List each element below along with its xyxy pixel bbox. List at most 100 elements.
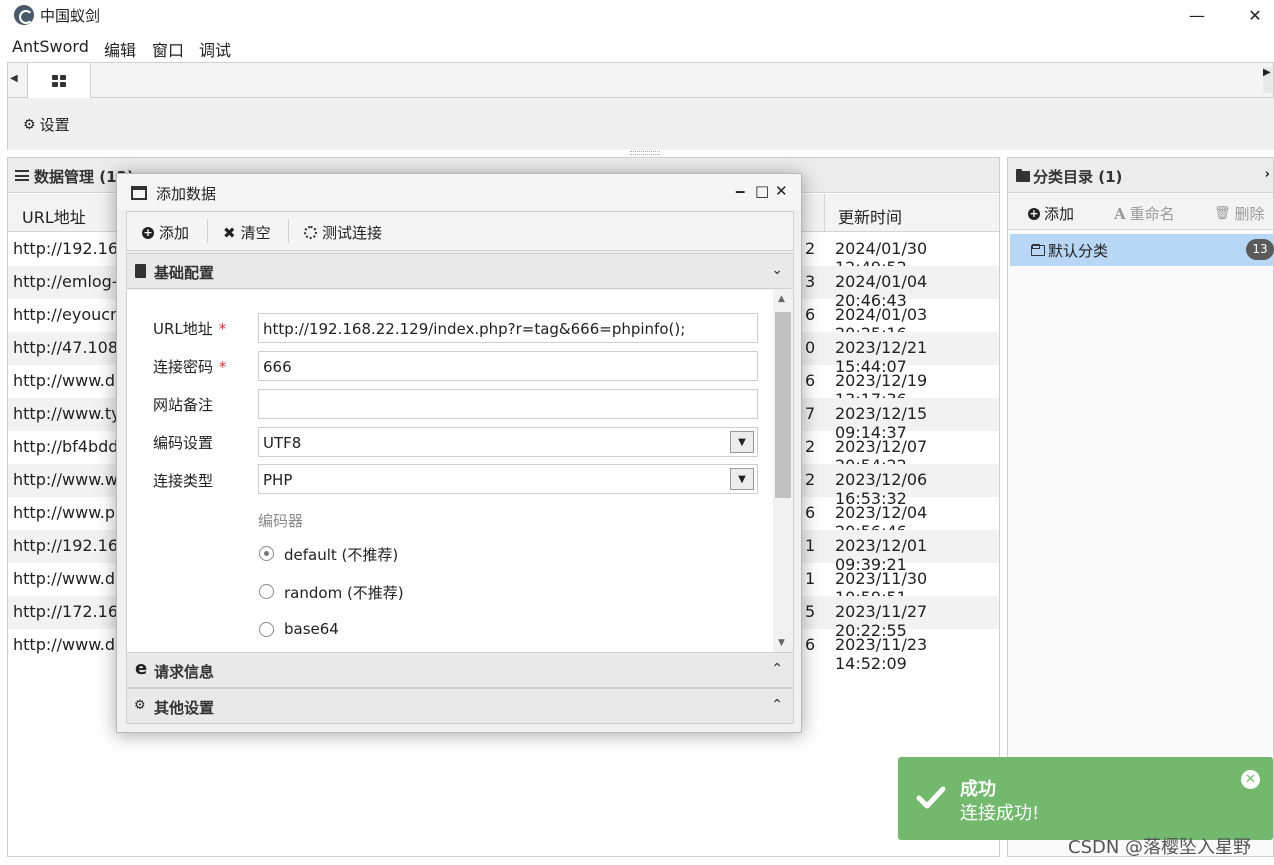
dialog-clear-button[interactable]: ✖ 清空 [223,222,271,243]
row-url: http://www.ph [13,503,126,522]
settings-label: 设置 [39,116,70,134]
maximize-button[interactable] [1174,0,1220,30]
menu-debug[interactable]: 调试 [199,37,231,61]
toolbar-divider [288,219,289,243]
category-rename-label: 重命名 [1129,205,1175,223]
toast-title: 成功 [960,779,996,800]
note-input[interactable] [258,389,758,419]
dialog-header[interactable]: 添加数据 ‒ □ ✕ [117,174,801,210]
dialog-add-button[interactable]: + 添加 [142,222,189,243]
tab-scroll-right-icon[interactable]: ▶ [1263,67,1273,93]
row-partial-column: 6 [805,635,816,654]
password-input[interactable]: 666 [258,351,758,381]
plus-circle-icon: + [142,225,154,239]
category-delete-label: 删除 [1234,205,1265,223]
section-basic-title: 基础配置 [154,264,215,282]
ie-icon: e [135,658,148,679]
basic-config-form: URL地址 * http://192.168.22.129/index.php?r… [126,290,794,652]
menu-bar: AntSword 编辑 窗口 调试 [0,33,1274,61]
section-request-title: 请求信息 [154,663,215,681]
list-icon [15,170,29,181]
column-update-time[interactable]: 更新时间 [838,204,902,228]
form-scrollbar[interactable]: ▲ ▼ [773,290,793,652]
plus-circle-icon: + [1028,206,1040,220]
encoder-option-label[interactable]: random (不推荐) [284,582,404,603]
test-connection-label: 测试连接 [322,224,383,242]
category-count-badge: 13 [1246,239,1274,260]
category-item-label: 默认分类 [1048,242,1109,260]
scroll-up-icon[interactable]: ▲ [778,294,785,304]
scroll-thumb[interactable] [775,312,791,498]
chevron-right-icon[interactable]: › [1265,167,1270,182]
menu-window[interactable]: 窗口 [152,37,184,61]
antsword-logo-icon [14,5,34,25]
encoder-option-label[interactable]: default (不推荐) [284,544,398,565]
add-data-dialog: 添加数据 ‒ □ ✕ + 添加 ✖ 清空 测试连接 基础配置 ⌄ URL地址 * … [116,173,802,733]
chevron-down-icon: ▼ [730,431,754,453]
dialog-minimize-button[interactable]: ‒ [735,182,745,200]
chevron-down-icon: ⌄ [771,262,783,278]
tab-scroll-left-icon[interactable]: ◀ [10,73,24,84]
row-partial-column: 2 [805,239,816,258]
folder-icon [1016,169,1030,182]
url-input[interactable]: http://192.168.22.129/index.php?r=tag&66… [258,313,758,343]
category-item-default[interactable]: 默认分类 13 [1010,234,1274,266]
category-delete-button[interactable]: 🗑 删除 [1214,203,1265,224]
dialog-close-button[interactable]: ✕ [775,182,788,200]
dialog-maximize-button[interactable]: □ [755,182,769,200]
x-icon: ✖ [223,223,236,242]
row-partial-column: 5 [805,602,816,621]
row-partial-column: 6 [805,503,816,522]
category-add-button[interactable]: + 添加 [1028,203,1074,224]
row-partial-column: 2 [805,437,816,456]
settings-button[interactable]: ⚙ 设置 [23,114,70,135]
category-rename-button[interactable]: A 重命名 [1114,203,1175,224]
category-panel-title: 分类目录 (1) [1033,168,1123,186]
row-url: http://www.ws [13,470,127,489]
dialog-clear-label: 清空 [240,224,271,242]
section-other-title: 其他设置 [154,699,215,717]
row-url: http://192.168 [13,239,129,258]
settings-toolbar: ⚙ 设置 [7,98,1274,150]
menu-edit[interactable]: 编辑 [104,37,136,61]
tab-home[interactable] [27,62,91,98]
type-field-label: 连接类型 [153,472,214,490]
folder-open-icon [1031,244,1045,256]
connection-type-select[interactable]: PHP ▼ [258,464,758,494]
encoding-value: UTF8 [263,434,302,452]
section-request-info[interactable]: e 请求信息 ⌃ [126,652,794,688]
title-bar: 中国蚁剑 — ✕ [0,0,1274,32]
encoding-select[interactable]: UTF8 ▼ [258,427,758,457]
menu-antsword[interactable]: AntSword [12,37,89,56]
encoder-radio-random[interactable] [259,584,274,599]
category-panel-header: 分类目录 (1) › [1008,158,1273,193]
toast-close-button[interactable]: ✕ [1241,770,1260,789]
row-partial-column: 7 [805,404,816,423]
section-other-settings[interactable]: ⚙ 其他设置 ⌃ [126,688,794,724]
row-url: http://www.de [13,635,125,654]
font-icon: A [1114,204,1126,223]
column-url[interactable]: URL地址 [22,204,86,228]
row-partial-column: 6 [805,371,816,390]
row-partial-column: 2 [805,470,816,489]
toolbar-divider [207,219,208,243]
column-divider [824,194,825,232]
encoder-radio-base64[interactable] [259,622,274,637]
gear-icon: ⚙ [23,116,36,133]
row-partial-column: 3 [805,272,816,291]
test-connection-button[interactable]: 测试连接 [304,222,382,243]
row-partial-column: 1 [805,536,816,555]
scroll-down-icon[interactable]: ▼ [778,638,785,648]
encoder-option-label[interactable]: base64 [284,620,339,638]
row-url: http://www.dc [13,371,124,390]
chevron-up-icon: ⌃ [771,697,783,713]
encoder-radio-default[interactable] [259,546,274,561]
close-window-button[interactable]: ✕ [1232,0,1274,30]
section-basic-config[interactable]: 基础配置 ⌄ [126,253,794,289]
watermark: CSDN @落樱坠入星野 [1068,837,1252,858]
note-field-label: 网站备注 [153,396,214,414]
connection-type-value: PHP [263,471,293,489]
trash-icon: 🗑 [1214,206,1231,221]
row-partial-column: 0 [805,338,816,357]
resize-handle[interactable] [630,151,660,155]
